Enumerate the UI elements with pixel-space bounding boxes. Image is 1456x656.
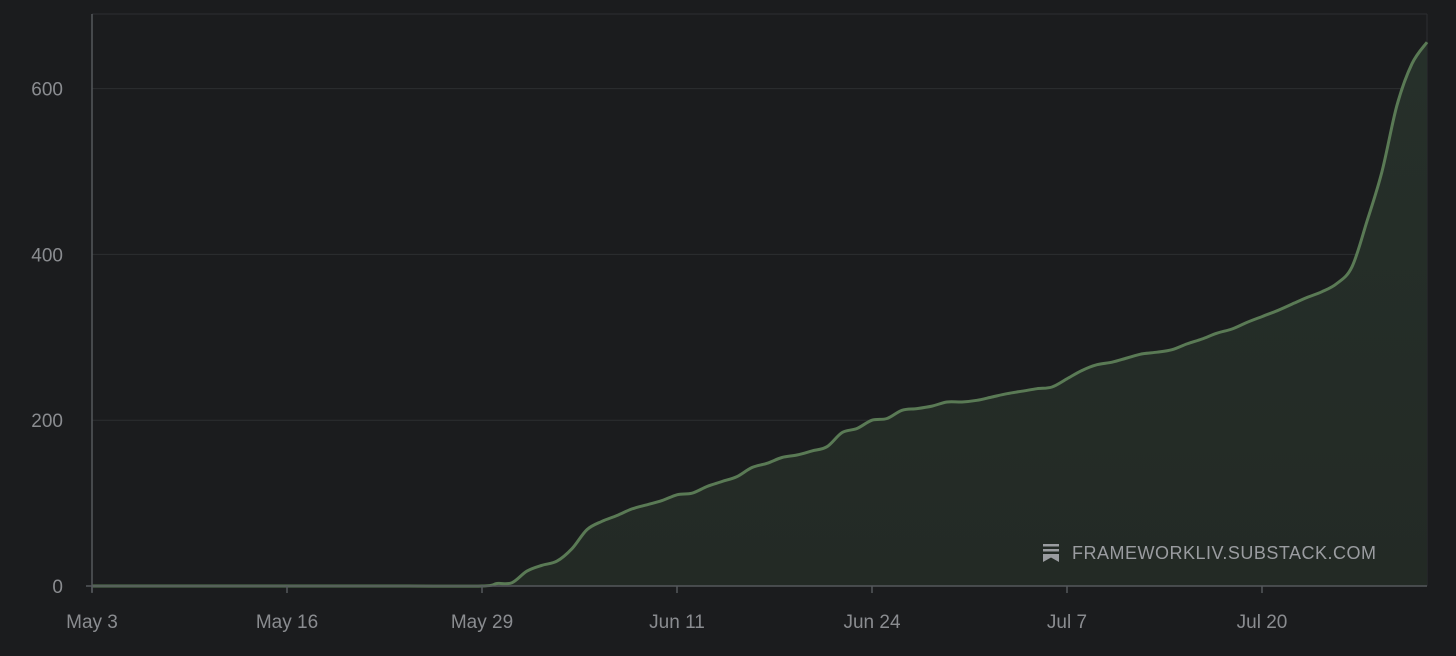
watermark: FRAMEWORKLIV.SUBSTACK.COM — [1043, 543, 1377, 563]
x-tick-label: Jun 24 — [843, 612, 900, 633]
y-tick-label: 200 — [31, 411, 63, 432]
y-tick-label: 400 — [31, 245, 63, 266]
x-tick-label: Jul 20 — [1237, 612, 1288, 633]
x-tick-label: Jun 11 — [649, 612, 705, 633]
area-chart: 0 200 400 600 May 3 May 16 May 29 Jun 11 Jun 24 J… — [0, 0, 1456, 656]
y-tick-label: 600 — [31, 80, 63, 101]
watermark-text: FRAMEWORKLIV.SUBSTACK.COM — [1072, 543, 1377, 563]
x-tick-label: May 29 — [451, 612, 513, 633]
y-tick-label: 0 — [52, 577, 63, 598]
x-tick-label: May 3 — [66, 612, 118, 633]
x-tick-label: May 16 — [256, 612, 318, 633]
series-area — [92, 42, 1427, 587]
area-fill-group — [91, 41, 1429, 588]
x-tick-label: Jul 7 — [1047, 612, 1087, 633]
chart-canvas: 0 200 400 600 May 3 May 16 May 29 Jun 11 Jun 24 J… — [31, 13, 1429, 633]
